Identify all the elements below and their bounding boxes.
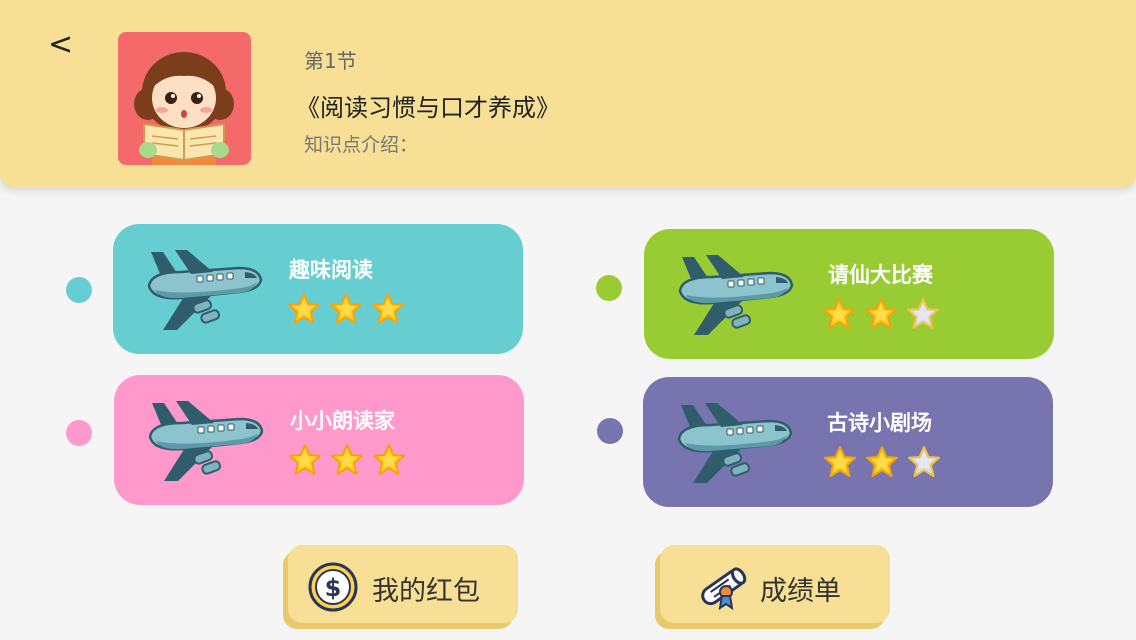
star-rating	[288, 443, 406, 481]
star-filled-icon	[822, 297, 856, 335]
activity-dot	[66, 277, 92, 303]
activity-card-2[interactable]: 小小朗读家	[114, 375, 524, 505]
airplane-icon	[142, 397, 264, 487]
airplane-icon	[672, 251, 794, 341]
star-rating	[822, 297, 940, 335]
activity-dot	[66, 420, 92, 446]
red-packet-button[interactable]: $ 我的红包	[288, 545, 518, 623]
report-card-label: 成绩单	[760, 576, 841, 607]
star-filled-icon	[287, 292, 321, 330]
airplane-icon	[671, 399, 793, 489]
activity-title: 古诗小剧场	[827, 411, 932, 435]
airplane-icon	[141, 246, 263, 336]
activity-card-3[interactable]: 古诗小剧场	[643, 377, 1053, 507]
star-filled-icon	[864, 297, 898, 335]
red-packet-label: 我的红包	[372, 576, 480, 607]
star-filled-icon	[288, 443, 322, 481]
coin-dollar-icon: $	[308, 562, 358, 612]
activity-dot	[596, 275, 622, 301]
diploma-scroll-icon	[696, 562, 747, 612]
star-empty-icon	[907, 445, 941, 483]
star-filled-icon	[372, 443, 406, 481]
activity-title: 趣味阅读	[289, 258, 373, 282]
star-empty-icon	[906, 297, 940, 335]
activity-title: 请仙大比赛	[828, 263, 933, 287]
star-filled-icon	[330, 443, 364, 481]
star-filled-icon	[865, 445, 899, 483]
back-button[interactable]: <	[48, 30, 76, 62]
star-rating	[287, 292, 405, 330]
lesson-header: < 第1节 《阅读习惯与口才养成》 知识点介绍：	[0, 0, 1136, 188]
lesson-title: 《阅读习惯与口才养成》	[296, 94, 560, 122]
activity-card-1[interactable]: 请仙大比赛	[644, 229, 1054, 359]
activity-card-0[interactable]: 趣味阅读	[113, 224, 523, 354]
star-filled-icon	[823, 445, 857, 483]
activity-title: 小小朗读家	[290, 409, 395, 433]
lesson-intro-label: 知识点介绍：	[304, 134, 419, 156]
lesson-number: 第1节	[304, 49, 357, 73]
star-filled-icon	[329, 292, 363, 330]
star-rating	[823, 445, 941, 483]
lesson-avatar	[118, 32, 251, 165]
report-card-button[interactable]: 成绩单	[660, 545, 890, 623]
activity-dot	[597, 418, 623, 444]
star-filled-icon	[371, 292, 405, 330]
svg-text:$: $	[325, 574, 342, 602]
